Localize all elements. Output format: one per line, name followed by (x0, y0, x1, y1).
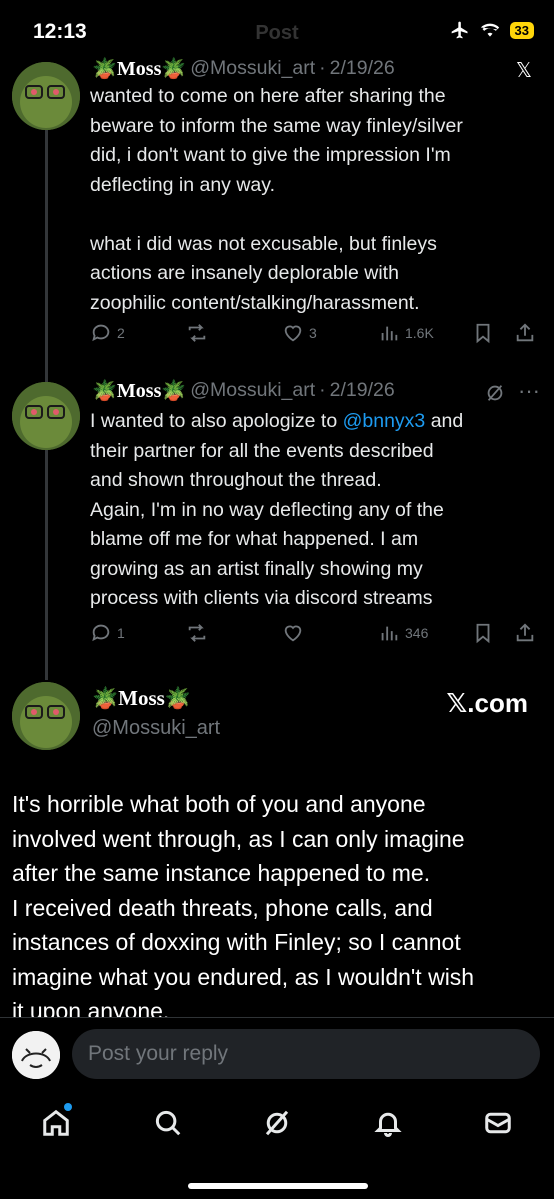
home-icon (43, 1109, 69, 1136)
messages-icon (485, 1112, 511, 1134)
post-actions: 2 3 1.6K (90, 322, 540, 352)
notifications-icon (374, 1112, 402, 1137)
post-line: Again, I'm in no way deflecting any of t… (90, 498, 444, 521)
repost-button[interactable] (186, 622, 213, 644)
post-line: growing as an artist finally showing my (90, 557, 423, 580)
avatar[interactable] (12, 382, 80, 450)
user-handle[interactable]: @Mossuki_art (190, 379, 315, 402)
heart-icon (284, 325, 302, 342)
reply-button[interactable]: 2 (90, 322, 125, 344)
share-button[interactable] (514, 322, 536, 344)
home-indicator[interactable] (188, 1183, 368, 1189)
bookmark-icon (476, 323, 490, 344)
post-text: wanted to come on here after sharing the… (90, 82, 540, 318)
heart-icon (284, 625, 302, 642)
notification-dot (64, 1103, 72, 1111)
post-text: I wanted to also apologize to @bnnyx3 an… (90, 407, 540, 614)
avatar-image (12, 1031, 60, 1079)
post-line: deflecting in any way. (90, 173, 275, 196)
display-name[interactable]: 🪴Moss🪴 (92, 56, 186, 81)
reply-icon (92, 624, 110, 642)
quoted-author: 🪴Moss🪴 @Mossuki_art (92, 686, 220, 740)
source-label: 𝕏.com (446, 688, 528, 718)
share-button[interactable] (514, 622, 536, 644)
avatar-image (12, 382, 80, 450)
post-line: zoophilic content/stalking/harassment. (90, 291, 420, 314)
views-icon (381, 326, 398, 341)
grok-icon (265, 1110, 289, 1136)
post-header: 🪴Moss🪴 @Mossuki_art · 2/19/26 (92, 378, 395, 403)
views-count: 346 (405, 625, 429, 641)
avatar-image (12, 62, 80, 130)
post-line: did, i don't want to give the impression… (90, 144, 451, 166)
tab-grok[interactable] (259, 1105, 295, 1141)
bookmark-button[interactable] (472, 622, 494, 644)
more-options-icon[interactable]: ··· (518, 378, 540, 404)
user-handle[interactable]: @Mossuki_art (190, 57, 315, 80)
post-line: blame off me for what happened. I am (90, 528, 419, 550)
mention-link[interactable]: @bnnyx3 (343, 410, 426, 432)
page-title: Post (255, 22, 299, 44)
reply-bar: Post your reply (0, 1017, 554, 1094)
post-actions: 1 346 (90, 622, 540, 652)
x-logo-icon: 𝕏 (515, 60, 532, 82)
share-icon (516, 323, 534, 342)
display-name[interactable]: 🪴Moss🪴 (92, 378, 186, 403)
quoted-text: It's horrible what both of you and anyon… (12, 787, 542, 1029)
avatar[interactable] (12, 682, 80, 750)
grok-icon[interactable] (484, 382, 506, 404)
my-avatar[interactable] (12, 1031, 60, 1079)
repost-icon (188, 324, 206, 342)
post-header: 🪴Moss🪴 @Mossuki_art · 2/19/26 (92, 56, 395, 81)
tab-search[interactable] (150, 1105, 186, 1141)
like-button[interactable] (282, 622, 309, 644)
like-count: 3 (309, 325, 317, 341)
post-line: beware to inform the same way finley/sil… (90, 114, 463, 137)
quoted-line: after the same instance happened to me. (12, 860, 431, 886)
separator-dot: · (319, 57, 326, 79)
reply-input[interactable]: Post your reply (72, 1029, 540, 1079)
tab-bar (0, 1093, 554, 1199)
quoted-line: involved went through, as I can only ima… (12, 825, 465, 852)
post-line: what i did was not excusable, but finley… (90, 232, 437, 255)
tab-messages[interactable] (480, 1105, 516, 1141)
quoted-line: It's horrible what both of you and anyon… (12, 791, 426, 817)
post-line: process with clients via discord streams (90, 587, 433, 609)
post-line: wanted to come on here after sharing the (90, 85, 446, 107)
views-button[interactable]: 346 (378, 622, 428, 644)
avatar-image (12, 682, 80, 750)
quoted-line: instances of doxxing with Finley; so I c… (12, 929, 461, 955)
user-handle[interactable]: @Mossuki_art (92, 717, 220, 740)
post-line: actions are insanely deplorable with (90, 262, 399, 284)
repost-button[interactable] (186, 322, 213, 344)
post-date[interactable]: 2/19/26 (330, 379, 395, 402)
views-icon (381, 626, 398, 641)
post-line: and shown throughout the thread. (90, 469, 382, 491)
repost-icon (188, 624, 206, 642)
avatar[interactable] (12, 62, 80, 130)
bookmark-button[interactable] (472, 322, 494, 344)
reply-button[interactable]: 1 (90, 622, 125, 644)
quoted-line: I received death threats, phone calls, a… (12, 894, 433, 921)
views-button[interactable]: 1.6K (378, 322, 434, 344)
bookmark-icon (476, 623, 490, 644)
post-line (90, 200, 540, 230)
like-button[interactable]: 3 (282, 322, 317, 344)
post-line-text: I wanted to also apologize to (90, 410, 338, 432)
separator-dot: · (319, 379, 326, 401)
views-count: 1.6K (405, 325, 434, 341)
tab-notifications[interactable] (370, 1105, 406, 1141)
share-icon (516, 623, 534, 642)
post-date[interactable]: 2/19/26 (330, 57, 395, 80)
post-line-text: and (430, 410, 464, 432)
reply-count: 2 (117, 325, 125, 341)
quoted-line: imagine what you endured, as I wouldn't … (12, 963, 475, 990)
display-name[interactable]: 🪴Moss🪴 (92, 686, 220, 711)
post-line: their partner for all the events describ… (90, 439, 434, 462)
reply-icon (92, 324, 110, 342)
post-line: I wanted to also apologize to @bnnyx3 an… (90, 407, 540, 437)
tab-home[interactable] (38, 1103, 74, 1141)
search-icon (155, 1110, 181, 1136)
reply-count: 1 (117, 625, 125, 641)
